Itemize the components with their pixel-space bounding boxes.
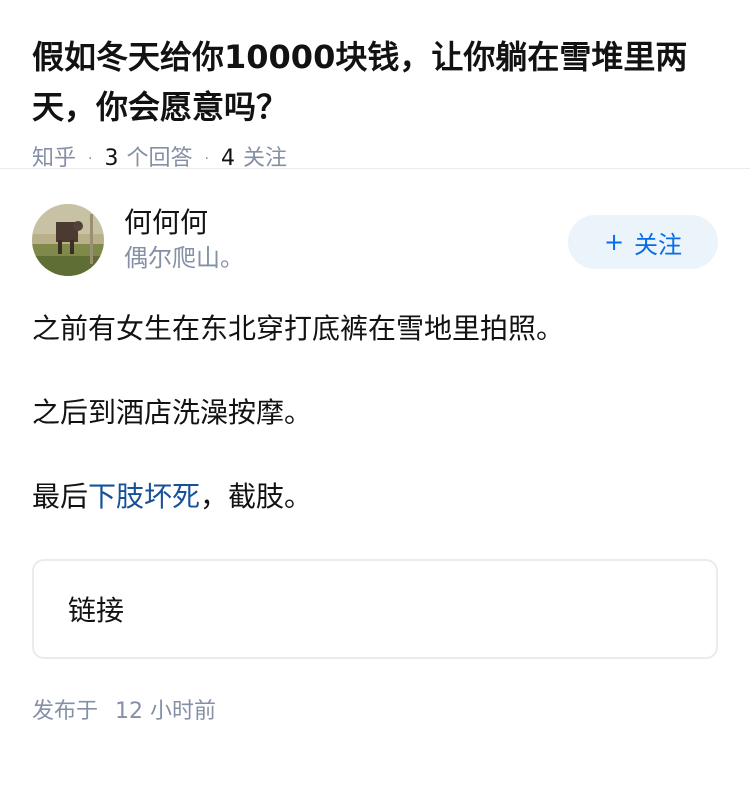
avatar-image <box>32 204 104 276</box>
paragraph-text: 最后 <box>32 480 89 513</box>
author-info: 何何何 偶尔爬山。 <box>124 205 568 275</box>
source-label[interactable]: 知乎 <box>32 144 76 174</box>
answer-content: 之前有女生在东北穿打底裤在雪地里拍照。 之后到酒店洗澡按摩。 最后下肢坏死，截肢… <box>32 307 718 727</box>
follow-count-label: 关注 <box>242 146 287 171</box>
question-title[interactable]: 假如冬天给你10000块钱，让你躺在雪堆里两天，你会愿意吗？ <box>32 32 718 132</box>
author-name[interactable]: 何何何 <box>124 205 568 241</box>
answer-page: 假如冬天给你10000块钱，让你躺在雪堆里两天，你会愿意吗？ 知乎 · 3 个回… <box>0 0 750 792</box>
answer: 何何何 偶尔爬山。 + 关注 之前有女生在东北穿打底裤在雪地里拍照。 之后到酒店… <box>0 169 750 727</box>
follow-button-label: 关注 <box>634 230 683 259</box>
answer-count: 3 <box>104 146 119 171</box>
content-paragraph: 最后下肢坏死，截肢。 <box>32 475 718 519</box>
author-row: 何何何 偶尔爬山。 + 关注 <box>32 203 718 277</box>
meta-separator: · <box>88 151 93 167</box>
link-card[interactable]: 链接 <box>32 559 718 659</box>
question-header: 假如冬天给你10000块钱，让你躺在雪堆里两天，你会愿意吗？ 知乎 · 3 个回… <box>0 0 750 171</box>
publish-prefix: 发布于 <box>32 699 99 724</box>
plus-icon: + <box>603 228 625 256</box>
author-bio: 偶尔爬山。 <box>124 244 244 272</box>
paragraph-text: ，截肢。 <box>200 480 313 513</box>
follow-button[interactable]: + 关注 <box>568 215 718 269</box>
link-card-label: 链接 <box>68 594 125 627</box>
meta-separator: · <box>204 151 209 167</box>
avatar[interactable] <box>32 204 104 276</box>
publish-time-value: 12 小时前 <box>115 699 217 724</box>
publish-time: 发布于 12 小时前 <box>32 697 718 727</box>
content-paragraph: 之前有女生在东北穿打底裤在雪地里拍照。 <box>32 312 565 345</box>
inline-search-link[interactable]: 下肢坏死 <box>88 480 200 513</box>
follow-count: 4 <box>220 146 235 171</box>
content-paragraph: 之后到酒店洗澡按摩。 <box>32 396 313 429</box>
answer-count-label[interactable]: 个回答 <box>126 144 192 174</box>
